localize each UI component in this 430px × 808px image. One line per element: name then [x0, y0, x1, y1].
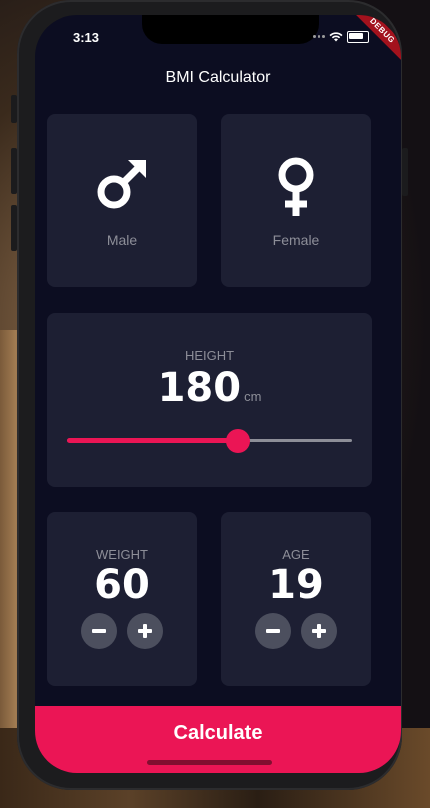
battery-icon — [347, 31, 369, 43]
app-title: BMI Calculator — [165, 69, 271, 86]
age-decrement-button[interactable] — [255, 613, 291, 649]
home-indicator — [147, 760, 272, 765]
slider-fill — [67, 438, 238, 443]
status-icons — [313, 31, 369, 43]
age-increment-button[interactable] — [301, 613, 337, 649]
weight-increment-button[interactable] — [127, 613, 163, 649]
gender-card-female[interactable]: Female — [221, 114, 371, 287]
weight-controls — [47, 613, 197, 649]
status-time: 3:13 — [73, 30, 100, 45]
weight-decrement-button[interactable] — [81, 613, 117, 649]
height-value: 180 — [157, 365, 242, 411]
app-screen: 3:13 DEBUG BMI Calculator Male Female HE… — [35, 15, 401, 773]
height-label: HEIGHT — [184, 348, 235, 363]
signal-dots-icon — [313, 35, 326, 39]
wifi-icon — [329, 32, 343, 42]
minus-icon — [92, 629, 106, 633]
gender-label-male: Male — [106, 232, 138, 248]
weight-card: WEIGHT 60 — [47, 512, 197, 686]
plus-icon — [312, 624, 326, 638]
female-symbol-icon — [221, 156, 371, 218]
male-symbol-icon — [47, 156, 197, 212]
plus-icon — [138, 624, 152, 638]
height-unit: cm — [244, 389, 262, 404]
weight-value: 60 — [94, 562, 150, 608]
height-slider[interactable] — [67, 429, 352, 453]
height-card: HEIGHT 180 cm — [47, 313, 372, 487]
gender-label-female: Female — [272, 232, 320, 248]
height-value-row: 180 cm — [47, 365, 372, 411]
age-label: AGE — [282, 547, 310, 562]
phone-frame: 3:13 DEBUG BMI Calculator Male Female HE… — [17, 0, 402, 790]
power-button — [402, 148, 408, 196]
slider-thumb[interactable] — [226, 429, 250, 453]
age-controls — [221, 613, 371, 649]
age-card: AGE 19 — [221, 512, 371, 686]
minus-icon — [266, 629, 280, 633]
age-value: 19 — [268, 562, 324, 608]
weight-label: WEIGHT — [96, 547, 148, 562]
notch — [142, 15, 319, 44]
gender-card-male[interactable]: Male — [47, 114, 197, 287]
